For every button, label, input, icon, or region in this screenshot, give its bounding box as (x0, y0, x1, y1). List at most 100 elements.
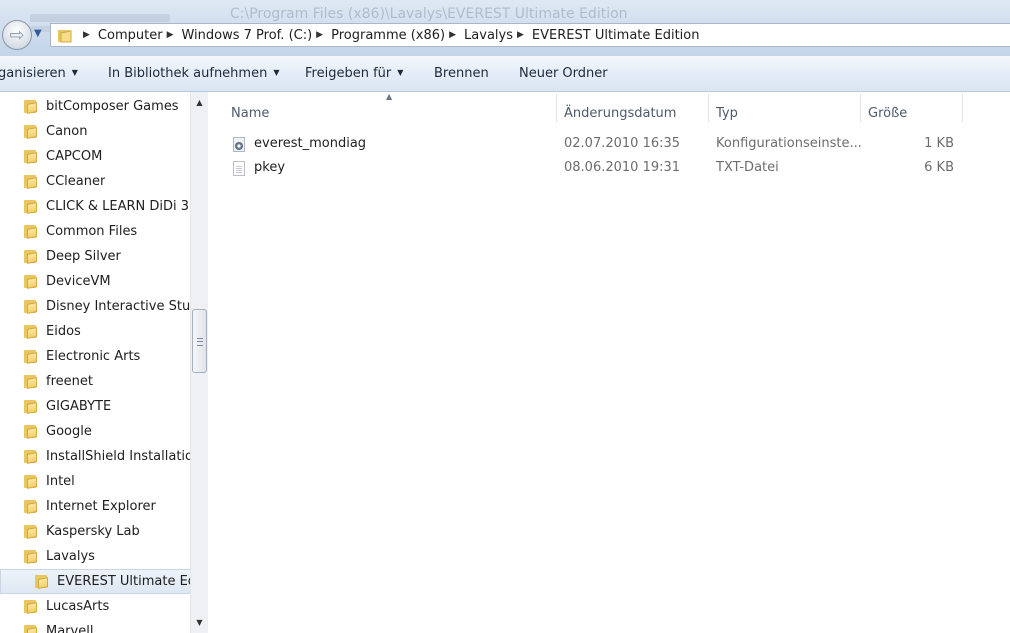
dropdown-arrow-icon: ▼ (273, 68, 280, 77)
column-divider[interactable] (860, 94, 861, 122)
command-bar: ganisieren ▼ In Bibliothek aufnehmen ▼ Fre… (0, 56, 1010, 92)
tree-item[interactable]: Intel (0, 469, 190, 494)
tree-item[interactable]: Eidos (0, 319, 190, 344)
background-window-ghost (30, 14, 170, 22)
tree-item[interactable]: Common Files (0, 219, 190, 244)
tree-item[interactable]: CAPCOM (0, 144, 190, 169)
folder-icon (24, 200, 38, 214)
config-file-icon (233, 137, 245, 152)
folder-icon (24, 400, 38, 414)
folder-icon (24, 325, 38, 339)
tree-item[interactable]: InstallShield Installation (0, 444, 190, 469)
dropdown-arrow-icon: ▼ (397, 68, 404, 77)
tree-item[interactable]: Kaspersky Lab (0, 519, 190, 544)
folder-icon (24, 600, 38, 614)
breadcrumb-programme-x86[interactable]: Programme (x86) ▶ (331, 28, 464, 43)
tree-item[interactable]: DeviceVM (0, 269, 190, 294)
burn-button[interactable]: Brennen (434, 66, 489, 81)
folder-icon (24, 125, 38, 139)
tree-item[interactable]: CLICK & LEARN DiDi 36 (0, 194, 190, 219)
tree-item[interactable]: freenet (0, 369, 190, 394)
folder-icon (24, 150, 38, 164)
folder-icon (24, 375, 38, 389)
tree-item[interactable]: Lavalys (0, 544, 190, 569)
back-button[interactable]: ⇨ (2, 20, 32, 50)
folder-icon (24, 300, 38, 314)
breadcrumb-computer[interactable]: Computer ▶ (98, 28, 182, 43)
chevron-right-icon[interactable]: ▶ (517, 30, 524, 40)
title-bar: C:\Program Files (x86)\Lavalys\EVEREST U… (0, 0, 1010, 56)
chevron-right-icon[interactable]: ▶ (449, 30, 456, 40)
chevron-right-icon[interactable]: ▶ (316, 30, 323, 40)
file-name: pkey (254, 160, 286, 175)
breadcrumb-everest[interactable]: EVEREST Ultimate Edition (532, 28, 700, 43)
scrollbar-thumb[interactable] (192, 309, 207, 373)
sort-ascending-icon: ▲ (386, 92, 393, 101)
scroll-down-icon[interactable]: ▼ (191, 614, 208, 631)
folder-icon (24, 225, 38, 239)
history-dropdown-button[interactable]: ▼ (34, 28, 46, 42)
file-type: TXT-Datei (716, 160, 779, 175)
column-divider[interactable] (556, 94, 557, 122)
tree-item[interactable]: LucasArts (0, 594, 190, 619)
breadcrumb-drive-c[interactable]: Windows 7 Prof. (C:) ▶ (181, 28, 331, 43)
column-header-size[interactable]: Größe (868, 100, 907, 126)
folder-icon (24, 275, 38, 289)
tree-item[interactable]: Google (0, 419, 190, 444)
chevron-right-icon[interactable]: ▶ (167, 30, 174, 40)
organize-button[interactable]: ganisieren ▼ (0, 66, 78, 81)
include-in-library-button[interactable]: In Bibliothek aufnehmen ▼ (108, 66, 279, 81)
column-header-type[interactable]: Typ (716, 100, 738, 126)
tree-item[interactable]: GIGABYTE (0, 394, 190, 419)
tree-item[interactable]: bitComposer Games (0, 94, 190, 119)
file-row[interactable]: pkey 08.06.2010 19:31 TXT-Datei 6 KB (210, 156, 970, 180)
folder-icon (24, 450, 38, 464)
column-header-name[interactable]: Name (231, 100, 269, 126)
file-size: 1 KB (924, 136, 954, 151)
scroll-up-icon[interactable]: ▲ (191, 94, 208, 111)
folder-icon (24, 425, 38, 439)
tree-item[interactable]: Deep Silver (0, 244, 190, 269)
tree-item[interactable]: Marvell (0, 619, 190, 633)
new-folder-button[interactable]: Neuer Ordner (519, 66, 608, 81)
file-date: 02.07.2010 16:35 (564, 136, 681, 151)
folder-icon (24, 250, 38, 264)
navigation-scrollbar[interactable]: ▲ ▼ (190, 92, 208, 633)
grip-icon (197, 338, 203, 346)
folder-icon (24, 475, 38, 489)
file-type: Konfigurationseinste... (716, 136, 862, 151)
breadcrumb-separator[interactable]: ▶ (79, 30, 98, 40)
dropdown-arrow-icon: ▼ (71, 68, 78, 77)
breadcrumb-lavalys[interactable]: Lavalys ▶ (464, 28, 532, 43)
file-row[interactable]: everest_mondiag 02.07.2010 16:35 Konfigu… (210, 132, 970, 156)
chevron-down-icon: ▼ (34, 28, 42, 39)
tree-item-selected[interactable]: EVEREST Ultimate Edit (0, 569, 190, 594)
column-header-date[interactable]: Änderungsdatum (564, 100, 676, 126)
file-size: 6 KB (924, 160, 954, 175)
file-list: ▲ Name Änderungsdatum Typ Größe everest_… (210, 92, 1010, 633)
tree-item[interactable]: Disney Interactive Stud (0, 294, 190, 319)
file-name: everest_mondiag (254, 136, 367, 151)
folder-icon (24, 100, 38, 114)
share-with-button[interactable]: Freigeben für ▼ (305, 66, 403, 81)
chevron-right-icon: ▶ (83, 30, 90, 40)
column-divider[interactable] (962, 94, 963, 122)
folder-icon (24, 350, 38, 364)
navigation-pane: bitComposer Games Canon CAPCOM CCleaner … (0, 92, 190, 633)
folder-icon (24, 500, 38, 514)
folder-icon (24, 625, 38, 633)
folder-icon (24, 175, 38, 189)
column-divider[interactable] (708, 94, 709, 122)
folder-icon (35, 575, 49, 589)
tree-item[interactable]: Canon (0, 119, 190, 144)
back-arrow-icon: ⇨ (9, 24, 25, 46)
window-title-ghost: C:\Program Files (x86)\Lavalys\EVEREST U… (230, 6, 628, 22)
tree-item[interactable]: CCleaner (0, 169, 190, 194)
file-date: 08.06.2010 19:31 (564, 160, 681, 175)
folder-icon (24, 525, 38, 539)
address-bar[interactable]: ▶ Computer ▶ Windows 7 Prof. (C:) ▶ Progra… (50, 23, 1010, 47)
tree-item[interactable]: Electronic Arts (0, 344, 190, 369)
text-file-icon (233, 161, 245, 176)
folder-icon (57, 29, 73, 43)
tree-item[interactable]: Internet Explorer (0, 494, 190, 519)
